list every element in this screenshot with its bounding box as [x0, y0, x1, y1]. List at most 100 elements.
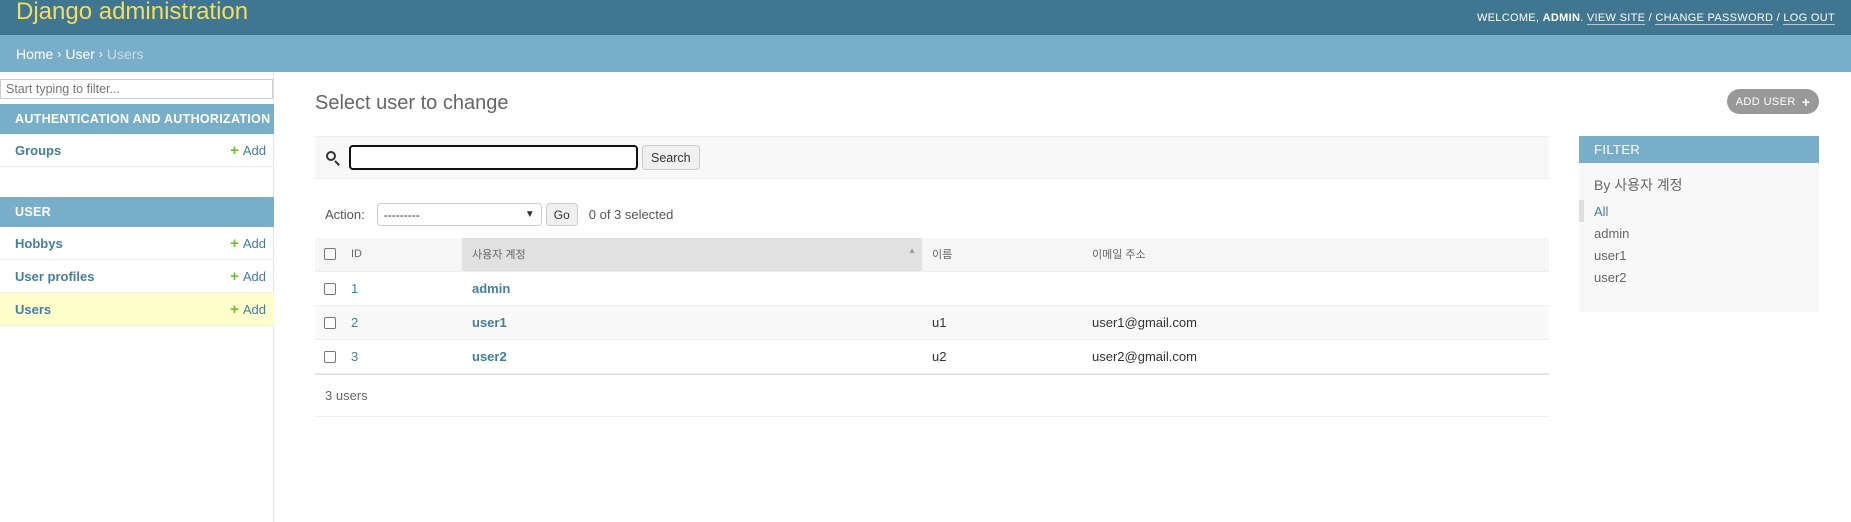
search-icon	[325, 150, 341, 166]
log-out-link[interactable]: Log out	[1783, 11, 1835, 25]
search-button[interactable]: Search	[642, 145, 700, 170]
row-id-cell: 1	[347, 271, 462, 306]
module-user: User Hobbys + Add User profiles + Add Us…	[0, 197, 274, 326]
plus-icon: +	[230, 234, 239, 252]
row-username-cell: admin	[462, 271, 922, 306]
view-site-link[interactable]: View site	[1586, 11, 1646, 25]
sidebar-item-hobbys: Hobbys + Add	[0, 227, 274, 260]
sidebar-item-groups-link[interactable]: Groups	[15, 143, 61, 158]
row-username-cell: user1	[462, 305, 922, 340]
filter-subtitle: By 사용자 계정	[1594, 177, 1683, 193]
row-checkbox[interactable]	[324, 283, 336, 296]
breadcrumb-user-app[interactable]: User	[65, 46, 95, 62]
sort-ascending-icon[interactable]: ▲	[908, 246, 916, 255]
filter-choice-admin[interactable]: admin	[1579, 222, 1819, 244]
sidebar-item-user-profiles-link[interactable]: User profiles	[15, 269, 94, 284]
column-header-name[interactable]: 이름	[922, 238, 1082, 272]
add-label: Add	[242, 142, 266, 158]
filter-choice-user1[interactable]: user1	[1579, 244, 1819, 266]
plus-icon: +	[230, 267, 239, 285]
user-profiles-add-link[interactable]: + Add	[230, 268, 266, 285]
breadcrumb-current: Users	[106, 45, 144, 62]
row-username-link[interactable]: user1	[472, 315, 507, 330]
page-title: Select user to change	[315, 92, 509, 114]
add-user-button[interactable]: Add user +	[1727, 89, 1819, 114]
username: admin	[1542, 11, 1581, 24]
action-select-value: ---------	[383, 207, 420, 222]
nav-filter-input[interactable]	[0, 79, 273, 99]
users-add-link[interactable]: + Add	[230, 301, 266, 318]
nav-sidebar: Authentication and Authorization Groups …	[0, 72, 274, 522]
breadcrumb-separator: ›	[98, 46, 103, 61]
go-button[interactable]: Go	[545, 203, 578, 226]
row-id-cell: 2	[347, 305, 462, 340]
filter-caption: Filter	[1579, 136, 1819, 163]
site-branding[interactable]: Django administration	[16, 0, 248, 26]
row-name-cell: u1	[922, 305, 1082, 340]
row-id-link[interactable]: 2	[351, 315, 358, 330]
actions-bar: Action: --------- ▼ Go 0 of 3 selected	[325, 203, 673, 226]
sidebar-item-user-profiles: User profiles + Add	[0, 260, 274, 293]
column-header-username-label: 사용자 계정	[472, 249, 526, 262]
column-header-id[interactable]: ID	[347, 238, 462, 272]
filter-choice-all[interactable]: All	[1579, 200, 1819, 222]
row-select-cell	[315, 271, 347, 306]
table-row: 3 user2 u2 user2@gmail.com	[315, 339, 1549, 374]
row-username-link[interactable]: admin	[472, 281, 510, 296]
chevron-down-icon: ▼	[524, 209, 535, 220]
filter-choice-user2[interactable]: user2	[1579, 266, 1819, 288]
select-all-checkbox[interactable]	[324, 248, 336, 261]
row-email-cell	[1082, 271, 1549, 306]
row-checkbox[interactable]	[324, 317, 336, 330]
add-label: Add	[242, 268, 266, 284]
column-header-username[interactable]: 사용자 계정 ▲	[462, 238, 922, 272]
breadcrumb-separator: ›	[57, 46, 62, 61]
change-password-link[interactable]: Change password	[1655, 11, 1774, 25]
row-checkbox[interactable]	[324, 351, 336, 364]
sidebar-item-hobbys-link[interactable]: Hobbys	[15, 236, 63, 251]
row-email-cell: user2@gmail.com	[1082, 339, 1549, 374]
result-table: ID 사용자 계정 ▲ 이름 이메일 주소 1 admin 2 user1 u1…	[315, 238, 1549, 374]
plus-icon: +	[230, 300, 239, 318]
breadcrumb-home[interactable]: Home	[16, 46, 53, 62]
action-counter: 0 of 3 selected	[588, 207, 674, 222]
breadcrumb: Home › User › Users	[0, 35, 1851, 72]
row-id-cell: 3	[347, 339, 462, 374]
plus-icon: +	[1801, 93, 1811, 110]
table-header-row: ID 사용자 계정 ▲ 이름 이메일 주소	[315, 238, 1549, 272]
hobbys-add-link[interactable]: + Add	[230, 235, 266, 252]
action-label: Action:	[325, 207, 365, 222]
module-auth: Authentication and Authorization Groups …	[0, 104, 274, 167]
table-row: 1 admin	[315, 271, 1549, 306]
search-toolbar: Search	[315, 136, 1549, 179]
plus-icon: +	[230, 141, 239, 159]
add-label: Add	[242, 301, 266, 317]
module-caption-user[interactable]: User	[0, 197, 274, 227]
row-name-cell: u2	[922, 339, 1082, 374]
row-select-cell	[315, 339, 347, 374]
paginator: 3 users	[315, 374, 1549, 417]
groups-add-link[interactable]: + Add	[230, 142, 266, 159]
column-header-email[interactable]: 이메일 주소	[1082, 238, 1549, 272]
sidebar-item-users-link[interactable]: Users	[15, 302, 51, 317]
search-input[interactable]	[349, 145, 638, 170]
row-id-link[interactable]: 3	[351, 349, 358, 364]
filter-panel: Filter By 사용자 계정 All admin user1 user2	[1579, 136, 1819, 312]
table-row: 2 user1 u1 user1@gmail.com	[315, 305, 1549, 340]
row-id-link[interactable]: 1	[351, 281, 358, 296]
sidebar-item-users: Users + Add	[0, 293, 274, 326]
row-email-cell: user1@gmail.com	[1082, 305, 1549, 340]
select-all-cell	[315, 238, 347, 272]
action-select[interactable]: --------- ▼	[376, 203, 542, 226]
header: Django administration Welcome, admin. Vi…	[0, 0, 1851, 35]
add-label: Add	[242, 235, 266, 251]
welcome-text: Welcome,	[1476, 11, 1540, 24]
row-name-cell	[922, 271, 1082, 306]
user-tools: Welcome, admin. View site / Change passw…	[1476, 11, 1835, 25]
sidebar-item-groups: Groups + Add	[0, 134, 274, 167]
row-select-cell	[315, 305, 347, 340]
module-caption-auth[interactable]: Authentication and Authorization	[0, 104, 274, 134]
row-username-link[interactable]: user2	[472, 349, 507, 364]
add-user-label: Add user	[1735, 95, 1796, 108]
row-username-cell: user2	[462, 339, 922, 374]
